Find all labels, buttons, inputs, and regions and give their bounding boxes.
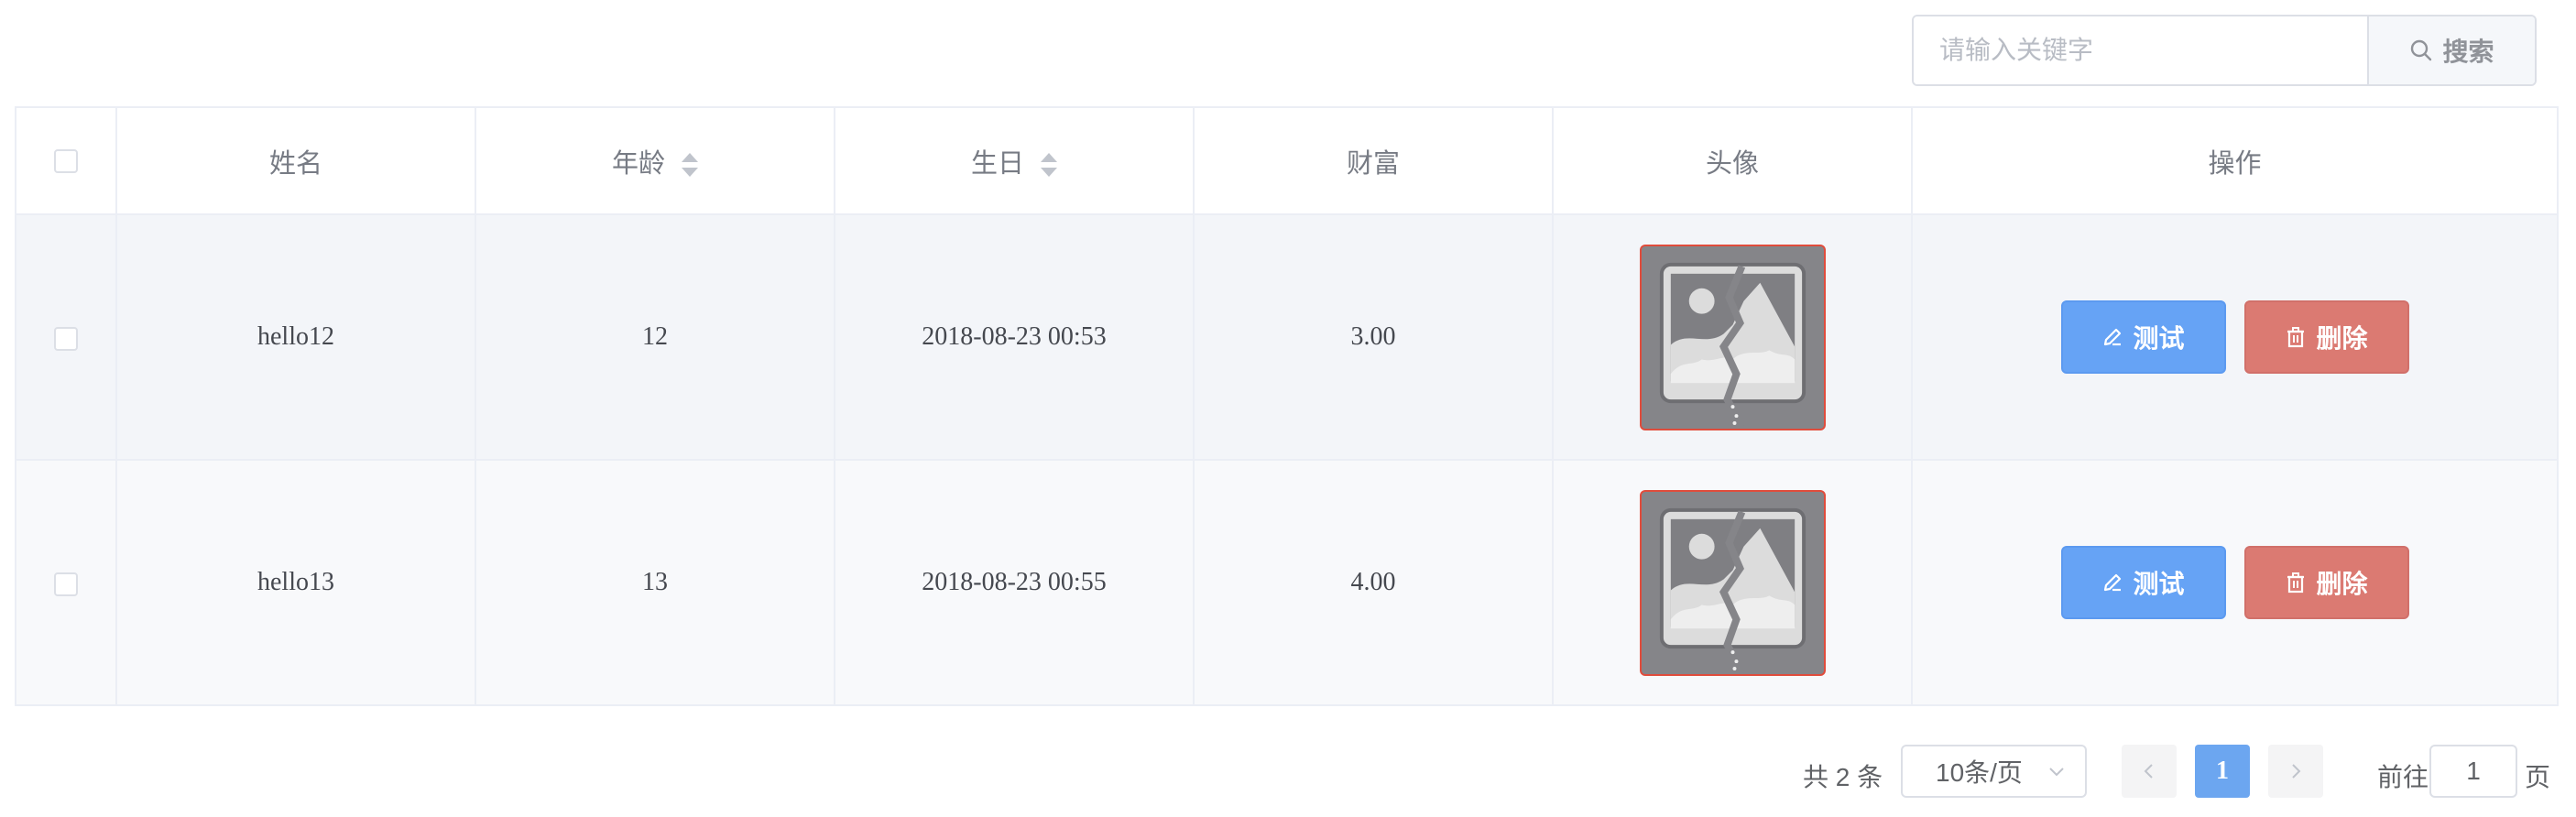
name-cell: hello13 bbox=[115, 459, 476, 706]
test-button[interactable]: 测试 bbox=[2060, 546, 2226, 619]
table-row: hello13 13 2018-08-23 00:55 4.00 测试 删除 bbox=[15, 459, 2559, 706]
row-checkbox[interactable] bbox=[54, 326, 78, 351]
header-age-label: 年龄 bbox=[611, 148, 665, 179]
broken-image-icon bbox=[1659, 262, 1806, 429]
search-button[interactable]: 搜索 bbox=[2367, 16, 2535, 84]
header-name: 姓名 bbox=[115, 106, 476, 215]
avatar bbox=[1639, 489, 1826, 676]
search-bar: 搜索 bbox=[1912, 15, 2537, 86]
age-cell: 13 bbox=[475, 459, 835, 706]
table-row: hello12 12 2018-08-23 00:53 3.00 测试 删除 bbox=[15, 213, 2559, 461]
delete-button-label: 删除 bbox=[2316, 570, 2368, 598]
wealth-cell: 3.00 bbox=[1193, 213, 1554, 461]
header-avatar: 头像 bbox=[1552, 106, 1913, 215]
search-input[interactable] bbox=[1914, 16, 2367, 84]
chevron-down-icon bbox=[2049, 768, 2064, 777]
search-icon bbox=[2411, 39, 2432, 61]
trash-icon bbox=[2287, 572, 2305, 594]
chevron-left-icon bbox=[2144, 764, 2153, 779]
test-button-label: 测试 bbox=[2133, 570, 2185, 598]
birthday-cell: 2018-08-23 00:55 bbox=[834, 459, 1195, 706]
broken-image-icon bbox=[1659, 507, 1806, 674]
data-table: 姓名 年龄 生日 财富 头像 操作 hello12 12 2018-08-23 … bbox=[15, 106, 2559, 706]
delete-button[interactable]: 删除 bbox=[2243, 300, 2409, 374]
header-select-all bbox=[15, 106, 117, 215]
trash-icon bbox=[2287, 327, 2305, 348]
delete-button[interactable]: 删除 bbox=[2243, 546, 2409, 619]
header-avatar-label: 头像 bbox=[1705, 148, 1759, 179]
header-birthday-label: 生日 bbox=[970, 148, 1024, 179]
table-header-row: 姓名 年龄 生日 财富 头像 操作 bbox=[15, 106, 2559, 215]
next-page-button[interactable] bbox=[2268, 745, 2323, 798]
test-button[interactable]: 测试 bbox=[2060, 300, 2226, 374]
search-button-label: 搜索 bbox=[2442, 38, 2494, 66]
prev-page-button[interactable] bbox=[2122, 745, 2177, 798]
age-cell: 12 bbox=[475, 213, 835, 461]
birthday-cell: 2018-08-23 00:53 bbox=[834, 213, 1195, 461]
name-cell: hello12 bbox=[115, 213, 476, 461]
select-all-checkbox[interactable] bbox=[54, 149, 78, 174]
actions-cell: 测试 删除 bbox=[1911, 459, 2559, 706]
header-age[interactable]: 年龄 bbox=[475, 106, 835, 215]
row-select-cell bbox=[15, 459, 117, 706]
page-size-select[interactable]: 10条/页 bbox=[1901, 745, 2087, 798]
header-wealth-label: 财富 bbox=[1346, 148, 1400, 179]
avatar-cell bbox=[1552, 459, 1913, 706]
pagination: 共 2 条 10条/页 1 前往 页 bbox=[0, 745, 2576, 798]
edit-icon bbox=[2104, 573, 2122, 592]
header-actions-label: 操作 bbox=[2208, 148, 2262, 179]
row-checkbox[interactable] bbox=[54, 572, 78, 596]
edit-icon bbox=[2104, 328, 2122, 346]
page-word-label: 页 bbox=[2525, 763, 2551, 791]
page-number-button[interactable]: 1 bbox=[2195, 745, 2250, 798]
goto-page-input[interactable] bbox=[2429, 745, 2517, 798]
avatar-cell bbox=[1552, 213, 1913, 461]
chevron-right-icon bbox=[2292, 764, 2301, 779]
header-birthday[interactable]: 生日 bbox=[834, 106, 1195, 215]
header-wealth: 财富 bbox=[1193, 106, 1554, 215]
wealth-cell: 4.00 bbox=[1193, 459, 1554, 706]
test-button-label: 测试 bbox=[2133, 324, 2185, 353]
sort-caret-icon[interactable] bbox=[1041, 152, 1058, 177]
delete-button-label: 删除 bbox=[2316, 324, 2368, 353]
avatar bbox=[1639, 244, 1826, 430]
page-size-value: 10条/页 bbox=[1936, 758, 2023, 787]
header-name-label: 姓名 bbox=[268, 148, 322, 179]
row-select-cell bbox=[15, 213, 117, 461]
actions-cell: 测试 删除 bbox=[1911, 213, 2559, 461]
header-actions: 操作 bbox=[1911, 106, 2559, 215]
pagination-total: 共 2 条 bbox=[1803, 763, 1883, 791]
goto-label: 前往 bbox=[2377, 763, 2429, 791]
sort-caret-icon[interactable] bbox=[682, 152, 699, 177]
